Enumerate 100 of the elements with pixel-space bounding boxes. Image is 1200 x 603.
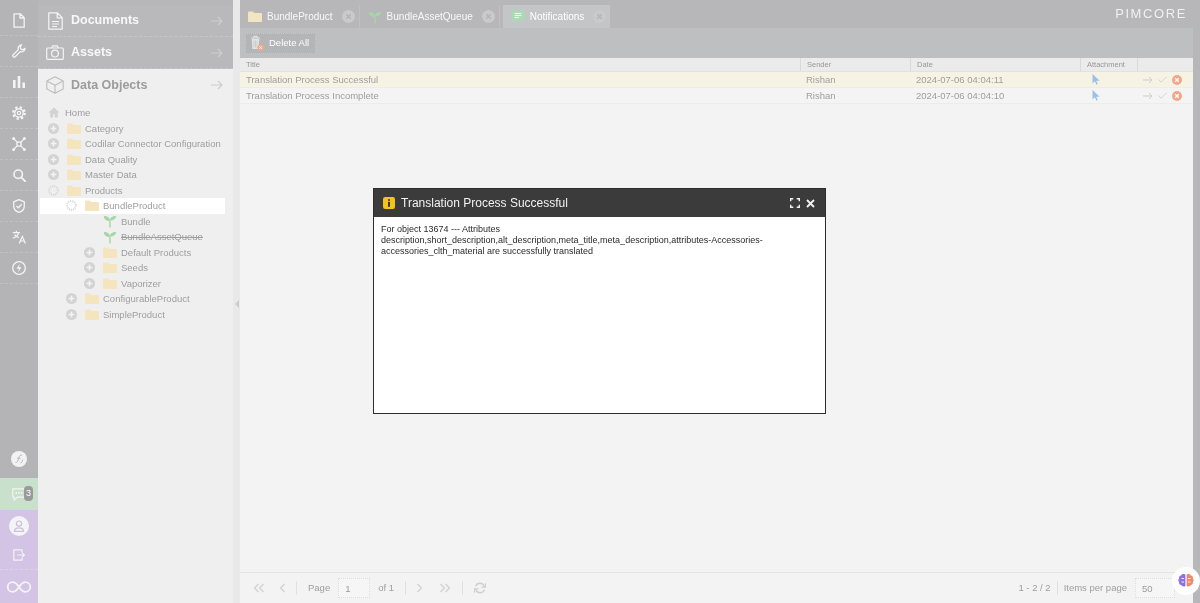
tree-row[interactable]: Master Data xyxy=(40,167,225,183)
first-page-icon[interactable] xyxy=(253,583,264,593)
info-icon xyxy=(383,197,395,209)
tree-row[interactable]: Category xyxy=(40,120,225,136)
folder-icon xyxy=(248,11,262,22)
delete-all-button[interactable]: Delete All xyxy=(245,32,317,54)
tree-item-label: Bundle xyxy=(121,215,151,227)
trash-icon xyxy=(250,35,264,51)
user-avatar-icon[interactable] xyxy=(9,515,29,536)
close-icon[interactable] xyxy=(806,198,815,208)
folder-icon xyxy=(67,122,81,134)
translate-icon[interactable] xyxy=(12,230,26,244)
tree-row[interactable]: BundleAssetQueue xyxy=(40,229,225,245)
tree-item-label: Category xyxy=(85,122,124,134)
network-icon[interactable] xyxy=(12,137,26,151)
bar-chart-icon[interactable] xyxy=(13,76,25,88)
folder-icon xyxy=(67,153,81,165)
plus-circle-icon[interactable] xyxy=(48,153,59,165)
arrow-right-icon[interactable] xyxy=(1143,75,1153,84)
notifications-button[interactable]: 3 xyxy=(0,478,38,510)
folder-icon xyxy=(67,138,81,150)
message-icon xyxy=(510,9,525,24)
page-label: Page xyxy=(308,582,331,594)
file-icon[interactable] xyxy=(13,12,25,28)
spinner-icon[interactable] xyxy=(48,184,59,196)
table-cell-text: Rishan xyxy=(805,88,837,103)
plus-circle-icon[interactable] xyxy=(66,308,77,320)
sprout-icon xyxy=(103,214,117,229)
shield-check-icon[interactable] xyxy=(13,199,25,213)
tree-row[interactable]: Codilar Connector Configuration xyxy=(40,136,225,152)
plus-circle-icon[interactable] xyxy=(48,138,59,150)
delete-circle-icon[interactable] xyxy=(1172,74,1182,85)
arrow-right-icon[interactable] xyxy=(211,80,223,90)
plus-circle-icon[interactable] xyxy=(48,122,59,134)
tree-row[interactable]: Vaporizer xyxy=(40,275,225,291)
folder-icon xyxy=(103,246,117,258)
tree-row[interactable]: BundleProduct xyxy=(40,198,225,214)
notification-badge: 3 xyxy=(24,486,33,501)
sprout-icon xyxy=(103,229,117,244)
plus-circle-icon[interactable] xyxy=(84,246,95,258)
page-size-field[interactable]: 50 xyxy=(1135,578,1175,598)
folder-icon xyxy=(67,169,81,181)
lightning-circle-icon[interactable] xyxy=(12,261,26,275)
folder-icon xyxy=(85,308,99,320)
section-header[interactable]: Data Objects xyxy=(38,69,233,101)
page-input[interactable]: 1 xyxy=(338,578,371,598)
chat-bubble-icon xyxy=(12,487,26,501)
tree-row[interactable]: Products xyxy=(40,182,225,198)
last-page-icon[interactable] xyxy=(440,583,452,593)
table-row[interactable]: Translation Process Successful Rishan 2024-07-06 04:04:11 xyxy=(240,72,1193,88)
tree-item-label: Data Quality xyxy=(85,153,138,165)
infinity-icon[interactable] xyxy=(6,580,32,593)
delete-circle-icon[interactable] xyxy=(1172,90,1182,101)
table-cell-text: Rishan xyxy=(805,72,837,87)
refresh-icon[interactable] xyxy=(474,582,487,594)
table-cell-text: Translation Process Successful xyxy=(245,72,380,87)
next-page-icon[interactable] xyxy=(417,583,423,593)
tree-item-label: Default Products xyxy=(121,246,192,258)
wrench-icon[interactable] xyxy=(12,44,26,58)
tree-item-label: Vaporizer xyxy=(121,277,161,289)
tree-row[interactable]: Bundle xyxy=(40,213,225,229)
cursor-icon[interactable] xyxy=(1092,90,1100,101)
sprout-icon xyxy=(367,9,382,24)
table-cell-text: 2024-07-06 04:04:10 xyxy=(915,88,1006,103)
plus-circle-icon[interactable] xyxy=(84,277,95,289)
cursor-icon[interactable] xyxy=(1092,74,1100,85)
settings-icon[interactable] xyxy=(12,106,26,120)
maximize-icon[interactable] xyxy=(790,198,800,208)
page-size-label: Items per page xyxy=(1063,582,1127,594)
table-cell-text: Translation Process Incomplete xyxy=(245,88,380,103)
tree-row[interactable]: Seeds xyxy=(40,260,225,276)
plus-circle-icon[interactable] xyxy=(84,262,95,274)
arrow-right-icon[interactable] xyxy=(1143,91,1153,100)
previous-page-icon[interactable] xyxy=(280,583,285,593)
folder-icon xyxy=(67,184,81,196)
tree-row[interactable]: Home xyxy=(40,105,225,121)
round-logo-icon[interactable] xyxy=(11,451,27,467)
spinner-icon[interactable] xyxy=(66,200,77,212)
tab[interactable]: Notifications xyxy=(502,5,611,28)
tree-item-label: Codilar Connector Configuration xyxy=(85,138,221,150)
exit-icon[interactable] xyxy=(13,549,25,561)
plus-circle-icon[interactable] xyxy=(48,169,59,181)
tree-row[interactable]: Default Products xyxy=(40,244,225,260)
tree-row[interactable]: ConfigurableProduct xyxy=(40,291,225,307)
folder-icon xyxy=(103,277,117,289)
table-row[interactable]: Translation Process Incomplete Rishan 2024-07-06 04:04:10 xyxy=(240,88,1193,104)
logo-text: PIMCORE xyxy=(1115,6,1187,22)
brain-icon[interactable] xyxy=(1172,567,1200,595)
tree-item-label: SimpleProduct xyxy=(103,308,165,320)
plus-circle-icon[interactable] xyxy=(66,293,77,305)
search-icon[interactable] xyxy=(12,168,26,182)
tree-item-label: Master Data xyxy=(85,169,137,181)
tree-item-label: Products xyxy=(85,184,123,196)
tree-row[interactable]: Data Quality xyxy=(40,151,225,167)
tree-item-label: Seeds xyxy=(121,262,148,274)
dialog-title: Translation Process Successful xyxy=(401,195,568,211)
camera-icon xyxy=(46,45,64,60)
tree-row[interactable]: SimpleProduct xyxy=(40,306,225,322)
dialog-message: For object 13674 --- Attributes description,short_description,alt_description,meta_title,meta_description,attributes-Accessories-accessories_clth_material are successfully translated xyxy=(380,223,764,259)
folder-icon xyxy=(85,293,99,305)
